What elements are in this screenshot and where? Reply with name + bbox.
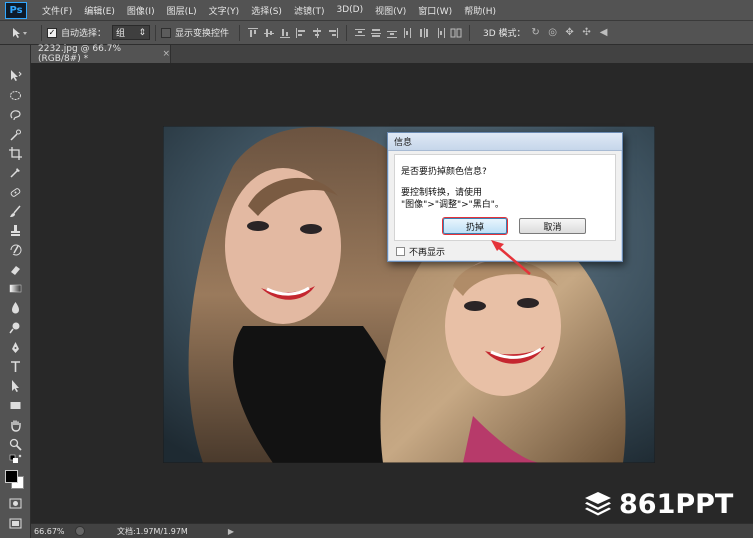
auto-select-checkbox[interactable]: ✓ (47, 27, 57, 38)
dont-show-again-label: 不再显示 (409, 248, 446, 258)
move-tool-preset-icon[interactable] (4, 23, 36, 43)
menu-help[interactable]: 帮助(H) (458, 4, 502, 17)
3d-slide-icon[interactable]: ✣ (580, 26, 594, 40)
3d-pan-icon[interactable]: ✥ (563, 26, 577, 40)
align-left-icon[interactable] (293, 25, 309, 41)
healing-brush-tool-icon[interactable] (5, 184, 25, 201)
divider (346, 24, 348, 41)
screen-mode-icon[interactable] (5, 515, 25, 532)
status-bar: 66.67% 文档:1.97M/1.97M ▶ (31, 523, 753, 538)
dialog-title: 信息 (394, 138, 413, 148)
lasso-tool-icon[interactable] (5, 107, 25, 124)
align-right-icon[interactable] (325, 25, 341, 41)
divider (41, 24, 42, 41)
document-tab-bar: 2232.jpg @ 66.7%(RGB/8#) * × (31, 44, 753, 64)
divider (155, 24, 157, 41)
menu-filter[interactable]: 滤镜(T) (288, 4, 331, 17)
quick-select-tool-icon[interactable] (5, 126, 25, 143)
close-icon[interactable]: × (162, 49, 170, 59)
show-transform-label: 显示变换控件 (175, 29, 230, 39)
dont-show-again-option[interactable]: 不再显示 (396, 245, 445, 258)
align-vcenter-icon[interactable] (261, 25, 277, 41)
mode-3d-label: 3D 模式： (483, 29, 526, 39)
type-tool-icon[interactable] (5, 358, 25, 375)
menu-window[interactable]: 窗口(W) (412, 4, 458, 17)
auto-select-value: 组 (116, 29, 126, 39)
3d-roll-icon[interactable]: ◎ (546, 26, 560, 40)
divider (469, 24, 471, 41)
dialog-message-panel: 是否要扔掉颜色信息? 要控制转换，请使用 "图像">"调整">"黑白"。 扔掉 … (394, 154, 616, 241)
document-tab[interactable]: 2232.jpg @ 66.7%(RGB/8#) * × (31, 44, 171, 64)
crop-tool-icon[interactable] (5, 145, 25, 162)
info-dialog: 信息 是否要扔掉颜色信息? 要控制转换，请使用 "图像">"调整">"黑白"。 … (387, 132, 623, 262)
menu-view[interactable]: 视图(V) (369, 4, 412, 17)
distribute-vcenter-icon[interactable] (368, 25, 384, 41)
tools-panel (0, 45, 31, 538)
move-tool-icon[interactable] (5, 67, 25, 84)
eyedropper-tool-icon[interactable] (5, 164, 25, 181)
options-bar: ✓ 自动选择： 组 ⇕ 显示变换控件 3D 模式： ↻ ◎ ✥ ✣ ◀ (0, 21, 753, 45)
default-colors-icon[interactable] (5, 454, 25, 466)
menu-layer[interactable]: 图层(L) (161, 4, 203, 17)
auto-select-label: 自动选择： (61, 29, 107, 39)
eraser-tool-icon[interactable] (5, 261, 25, 278)
3d-rotate-icon[interactable]: ↻ (529, 26, 543, 40)
distribute-left-icon[interactable] (400, 25, 416, 41)
zoom-level[interactable]: 66.67% (31, 527, 69, 536)
document-info: 文档:1.97M/1.97M (117, 526, 188, 536)
brush-tool-icon[interactable] (5, 203, 25, 220)
align-hcenter-icon[interactable] (309, 25, 325, 41)
watermark: 861PPT (583, 487, 745, 521)
watermark-text: 861PPT (619, 488, 734, 520)
distribute-hcenter-icon[interactable] (416, 25, 432, 41)
menu-image[interactable]: 图像(I) (121, 4, 161, 17)
distribute-bottom-icon[interactable] (384, 25, 400, 41)
cancel-button[interactable]: 取消 (519, 218, 586, 234)
pen-tool-icon[interactable] (5, 339, 25, 356)
dialog-tip-line-2: "图像">"调整">"黑白"。 (401, 200, 504, 210)
distribute-right-icon[interactable] (432, 25, 448, 41)
blur-tool-icon[interactable] (5, 299, 25, 316)
distribute-top-icon[interactable] (352, 25, 368, 41)
dont-show-again-checkbox[interactable] (396, 247, 405, 256)
auto-select-dropdown[interactable]: 组 ⇕ (112, 25, 151, 40)
auto-align-icon[interactable] (448, 25, 464, 41)
history-brush-tool-icon[interactable] (5, 242, 25, 259)
dodge-tool-icon[interactable] (5, 319, 25, 336)
marquee-tool-icon[interactable] (5, 87, 25, 104)
3d-scale-icon[interactable]: ◀ (597, 26, 611, 40)
menu-type[interactable]: 文字(Y) (203, 4, 246, 17)
chevron-down-icon: ⇕ (138, 27, 147, 38)
quick-mask-icon[interactable] (5, 495, 25, 512)
layers-logo-icon (585, 492, 611, 516)
menu-3d[interactable]: 3D(D) (330, 5, 369, 15)
distribute-buttons (352, 25, 464, 41)
path-selection-tool-icon[interactable] (5, 377, 25, 394)
discard-button-label: 扔掉 (465, 222, 484, 233)
hand-tool-icon[interactable] (5, 417, 25, 434)
zoom-tool-icon[interactable] (5, 436, 25, 453)
show-transform-checkbox[interactable] (161, 27, 172, 38)
align-buttons (245, 25, 341, 41)
discard-button[interactable]: 扔掉 (443, 218, 507, 234)
clone-stamp-tool-icon[interactable] (5, 222, 25, 239)
align-bottom-icon[interactable] (277, 25, 293, 41)
divider (239, 24, 241, 41)
photoshop-logo: Ps (5, 1, 27, 19)
cancel-button-label: 取消 (543, 222, 562, 233)
rectangle-tool-icon[interactable] (5, 397, 25, 414)
menu-bar: Ps 文件(F) 编辑(E) 图像(I) 图层(L) 文字(Y) 选择(S) 滤… (0, 0, 753, 21)
menu-select[interactable]: 选择(S) (245, 4, 288, 17)
gradient-tool-icon[interactable] (5, 280, 25, 297)
document-tab-title: 2232.jpg @ 66.7%(RGB/8#) * (38, 44, 122, 64)
dialog-question: 是否要扔掉颜色信息? (401, 167, 487, 177)
menu-edit[interactable]: 编辑(E) (78, 4, 121, 17)
status-menu-arrow-icon[interactable]: ▶ (228, 527, 234, 536)
status-options-icon[interactable] (75, 526, 85, 536)
foreground-color-swatch[interactable] (5, 470, 18, 483)
dialog-title-bar[interactable]: 信息 (388, 133, 622, 151)
align-top-icon[interactable] (245, 25, 261, 41)
menu-file[interactable]: 文件(F) (36, 4, 78, 17)
